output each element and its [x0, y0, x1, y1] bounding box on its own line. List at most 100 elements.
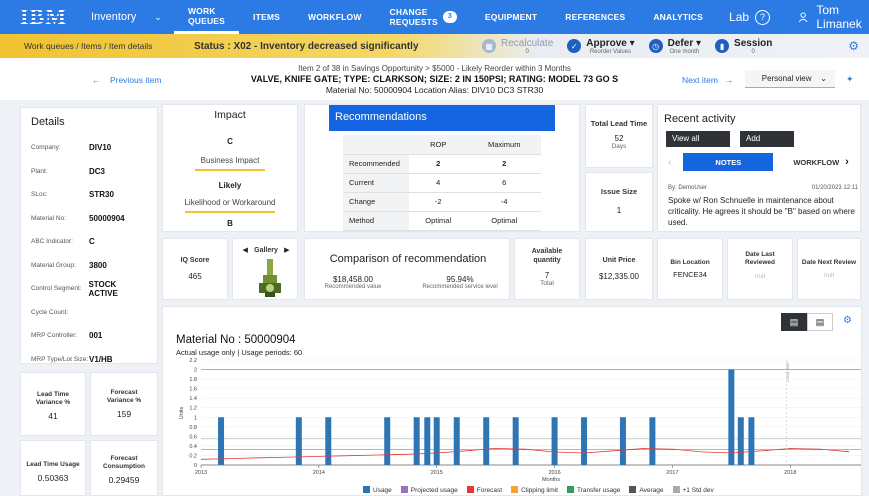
next-item-link[interactable]: Next item → — [682, 75, 734, 85]
legend-item[interactable]: Usage — [363, 486, 392, 494]
caret-right-icon[interactable]: ▶ — [284, 247, 289, 254]
detail-label: ABC Indicator: — [31, 238, 73, 246]
issue-size-label: Issue Size — [600, 187, 638, 196]
defer-button[interactable]: ◷ Defer ▾ One month — [648, 38, 701, 55]
table-cell: -2 — [409, 192, 468, 212]
table-cell: 2 — [467, 154, 541, 174]
kpi-value: 41 — [48, 411, 58, 421]
detail-label: Material No: — [31, 214, 67, 222]
usage-bar[interactable] — [737, 417, 744, 465]
chevron-down-icon: ⌄ — [820, 74, 827, 83]
usage-bar[interactable] — [512, 417, 519, 465]
table-row: Current 4 6 — [343, 173, 541, 193]
breadcrumb-items[interactable]: Items — [81, 41, 102, 51]
session-button[interactable]: ▮ Session 0 — [715, 38, 772, 55]
usage-bar[interactable] — [728, 369, 735, 465]
app-switcher[interactable]: Inventory ⌄ — [91, 11, 164, 23]
y-tick-label: 1.2 — [189, 406, 197, 412]
previous-item-link[interactable]: ← Previous item — [92, 75, 161, 85]
tab-workflow[interactable]: WORKFLOW — [793, 158, 839, 167]
usage-bar[interactable] — [483, 417, 490, 465]
nav-equipment[interactable]: EQUIPMENT — [471, 0, 551, 34]
date-next-review-card: Date Next Review null — [797, 238, 861, 300]
usage-bar[interactable] — [325, 417, 332, 465]
tab-notes[interactable]: NOTES — [683, 153, 774, 171]
valve-image[interactable] — [255, 259, 285, 297]
detail-value: DIV10 — [89, 143, 112, 153]
usage-bar[interactable] — [649, 417, 656, 465]
pin-icon[interactable]: ✦ — [846, 74, 854, 85]
usage-bar[interactable] — [384, 417, 391, 465]
legend-item[interactable]: Average — [629, 486, 664, 494]
details-panel: Details Company: DIV10 Plant: DC3 SLoc: STR30… — [20, 107, 158, 364]
lab-menu[interactable]: Lab ? — [729, 9, 771, 25]
usage-bar[interactable] — [433, 417, 440, 465]
approve-button[interactable]: ✓ Approve ▾ Reorder Values — [567, 38, 635, 55]
nav-work-queues[interactable]: WORK QUEUES — [173, 0, 240, 34]
help-icon[interactable]: ? — [755, 9, 771, 25]
chart-legend: Usage Projected usage Forecast Clipping lim… — [363, 486, 714, 494]
y-tick-label: 2 — [194, 368, 197, 374]
usage-bar[interactable] — [424, 417, 431, 465]
nav-references[interactable]: REFERENCES — [551, 0, 639, 34]
legend-label: Forecast — [476, 487, 503, 494]
bin-location-value: FENCE34 — [673, 270, 707, 279]
y-tick-label: 1 — [194, 415, 197, 421]
usage-bar[interactable] — [218, 417, 225, 465]
usage-bar[interactable] — [413, 417, 420, 465]
user-icon — [798, 12, 808, 23]
usage-bar[interactable] — [295, 417, 302, 465]
note-author: By: DemoUser — [668, 185, 708, 191]
recalculate-button[interactable]: ▦ Recalculate 0 — [482, 38, 553, 55]
usage-bar[interactable] — [581, 417, 588, 465]
detail-row: Cycle Count: — [31, 301, 147, 325]
lead-time-marker-label: Lead time — [785, 362, 790, 382]
available-quantity-card: Available quantity 7 Total — [514, 238, 580, 300]
iq-score-label: IQ Score — [180, 257, 210, 264]
nav-change-requests[interactable]: CHANGE REQUESTS 3 — [376, 0, 471, 34]
chevron-right-icon[interactable]: › — [845, 156, 849, 168]
legend-item[interactable]: Projected usage — [400, 486, 458, 494]
detail-value: DC3 — [89, 166, 106, 176]
y-tick-label: 1.8 — [189, 377, 197, 383]
arrow-right-icon: → — [725, 75, 734, 85]
chevron-left-icon[interactable]: ‹ — [668, 157, 671, 168]
usage-bar[interactable] — [453, 417, 460, 465]
legend-item[interactable]: Transfer usage — [566, 486, 620, 494]
view-select[interactable]: Personal view ⌄ — [745, 70, 835, 88]
nav-analytics[interactable]: ANALYTICS — [639, 0, 717, 34]
user-menu[interactable]: Tom Limanek — [798, 3, 869, 31]
available-quantity-value: 7 — [544, 271, 550, 280]
queue-position: Item 2 of 38 in Savings Opportunity > $5… — [298, 64, 571, 73]
total-lead-time-card: Total Lead Time 52 Days — [585, 104, 653, 168]
legend-item[interactable]: +1 Std dev — [672, 486, 714, 494]
table-cell: 6 — [467, 173, 541, 193]
nav-workflow[interactable]: WORKFLOW — [294, 0, 376, 34]
legend-item[interactable]: Clipping limit — [511, 486, 558, 494]
detail-row: Material Group: 3800 — [31, 254, 147, 278]
note-date: 01/20/2023 12:11 — [811, 185, 858, 191]
usage-bar[interactable] — [748, 417, 755, 465]
legend-label: +1 Std dev — [682, 487, 714, 494]
legend-item[interactable]: Forecast — [466, 486, 503, 494]
nav-items[interactable]: ITEMS — [239, 0, 294, 34]
usage-bar[interactable] — [619, 417, 626, 465]
breadcrumb-work-queues[interactable]: Work queues — [24, 41, 74, 51]
detail-row: MRP Controller: 001 — [31, 324, 147, 348]
breadcrumb: Work queues / Items / Item details — [24, 41, 153, 51]
ibm-logo[interactable]: IBM — [20, 6, 67, 28]
likelihood-value: Likely — [218, 181, 242, 190]
kpi-label: Lead Time Variance % — [35, 391, 71, 406]
available-quantity-label: Available quantity — [531, 248, 563, 264]
caret-left-icon[interactable]: ◀ — [243, 247, 248, 254]
divider — [185, 211, 275, 213]
x-tick-label: 2014 — [313, 470, 325, 476]
detail-label: Company: — [31, 144, 61, 152]
chevron-down-icon: ⌄ — [154, 11, 162, 22]
usage-bar[interactable] — [551, 417, 558, 465]
unit-price-card: Unit Price $12,335.00 — [585, 238, 653, 300]
view-all-button[interactable]: View all — [666, 131, 730, 147]
session-label: Session — [734, 37, 773, 49]
add-button[interactable]: Add — [740, 131, 794, 147]
gear-icon[interactable]: ⚙ — [848, 39, 859, 53]
